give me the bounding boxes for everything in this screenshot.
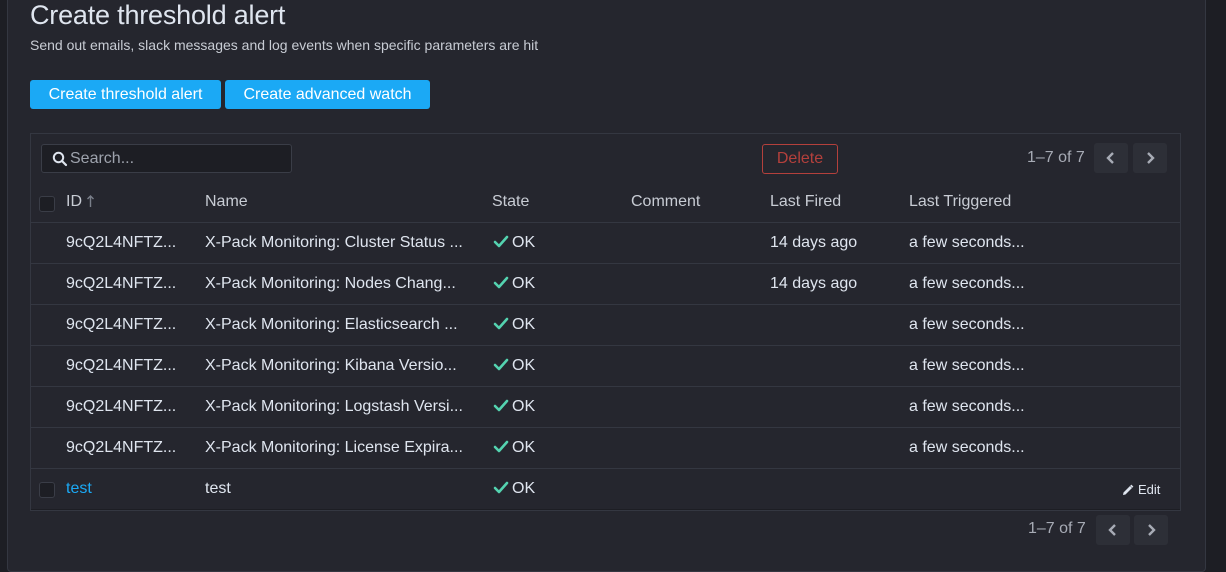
table-row[interactable]: test test OK Edit (31, 469, 1180, 509)
pagination-summary-bottom: 1–7 of 7 (1028, 520, 1086, 537)
cell-state: OK (493, 234, 573, 252)
search-input[interactable]: Search... (41, 144, 292, 173)
column-header-last-fired[interactable]: Last Fired (770, 193, 841, 211)
table-row[interactable]: 9cQ2L4NFTZ... X-Pack Monitoring: Cluster … (31, 223, 1180, 264)
page-title: Create threshold alert (30, 0, 286, 30)
page-subtitle: Send out emails, slack messages and log … (30, 37, 539, 53)
chevron-left-icon (1108, 524, 1116, 536)
select-all-checkbox[interactable] (39, 196, 55, 212)
search-placeholder: Search... (70, 150, 135, 167)
cell-state-label: OK (512, 439, 536, 456)
check-icon (493, 276, 509, 289)
prev-page-button-bottom[interactable] (1096, 515, 1130, 545)
cell-id: 9cQ2L4NFTZ... (66, 439, 177, 456)
check-icon (493, 235, 509, 248)
check-icon (493, 317, 509, 330)
cell-id: 9cQ2L4NFTZ... (66, 316, 177, 333)
cell-last-triggered: a few seconds... (909, 439, 1025, 456)
cell-last-triggered: a few seconds... (909, 234, 1025, 251)
sort-arrow-up-icon (87, 195, 95, 207)
chevron-right-icon (1147, 152, 1155, 164)
table-row[interactable]: 9cQ2L4NFTZ... X-Pack Monitoring: License … (31, 428, 1180, 469)
cell-state-label: OK (512, 398, 536, 415)
cell-state-label: OK (512, 316, 536, 333)
column-header-state[interactable]: State (492, 193, 529, 211)
table-header: ID Name State Comment Last Fired Last Tr… (31, 183, 1180, 223)
cell-name: X-Pack Monitoring: Kibana Versio... (205, 357, 457, 374)
cell-state: OK (493, 439, 573, 457)
table-row[interactable]: 9cQ2L4NFTZ... X-Pack Monitoring: Kibana V… (31, 346, 1180, 387)
column-header-id-label: ID (66, 193, 82, 210)
cell-last-triggered: a few seconds... (909, 398, 1025, 415)
column-header-comment[interactable]: Comment (631, 193, 700, 211)
cell-state-label: OK (512, 275, 536, 292)
cell-name: X-Pack Monitoring: Elasticsearch ... (205, 316, 458, 333)
check-icon (493, 399, 509, 412)
cell-id[interactable]: test (66, 480, 186, 498)
cell-name: X-Pack Monitoring: Nodes Chang... (205, 275, 456, 292)
cell-last-fired: 14 days ago (770, 275, 858, 292)
cell-last-triggered: a few seconds... (909, 357, 1025, 374)
next-page-button-bottom[interactable] (1134, 515, 1168, 545)
table-row[interactable]: 9cQ2L4NFTZ... X-Pack Monitoring: Elastics… (31, 305, 1180, 346)
cell-last-fired: 14 days ago (770, 234, 858, 251)
cell-state-label: OK (512, 480, 536, 497)
table-row[interactable]: 9cQ2L4NFTZ... X-Pack Monitoring: Nodes Ch… (31, 264, 1180, 305)
cell-name: X-Pack Monitoring: License Expira... (205, 439, 463, 456)
check-icon (493, 358, 509, 371)
cell-last-triggered: a few seconds... (909, 316, 1025, 333)
cell-state-label: OK (512, 234, 536, 251)
cell-last-triggered: a few seconds... (909, 275, 1025, 292)
bottom-pagination: 1–7 of 7 (0, 510, 1226, 550)
cell-state: OK (493, 398, 573, 416)
column-header-last-triggered[interactable]: Last Triggered (909, 193, 1011, 211)
search-icon (52, 151, 68, 167)
cell-state-label: OK (512, 357, 536, 374)
next-page-button[interactable] (1133, 143, 1167, 173)
cell-id: 9cQ2L4NFTZ... (66, 357, 177, 374)
edit-label: Edit (1138, 482, 1161, 497)
cell-name: test (205, 480, 231, 497)
column-header-name[interactable]: Name (205, 193, 248, 211)
pagination-summary: 1–7 of 7 (1027, 149, 1085, 166)
cell-state: OK (493, 357, 573, 375)
chevron-right-icon (1148, 524, 1156, 536)
cell-id: 9cQ2L4NFTZ... (66, 275, 177, 292)
cell-state: OK (493, 275, 573, 293)
row-select-checkbox[interactable] (39, 482, 55, 498)
cell-state: OK (493, 480, 573, 498)
create-advanced-watch-button[interactable]: Create advanced watch (225, 80, 430, 109)
column-header-id[interactable]: ID (66, 193, 95, 211)
prev-page-button[interactable] (1094, 143, 1128, 173)
table-toolbar: Search... Delete 1–7 of 7 (31, 134, 1180, 184)
edit-button[interactable]: Edit (1122, 482, 1160, 497)
chevron-left-icon (1106, 152, 1114, 164)
cell-id: 9cQ2L4NFTZ... (66, 398, 177, 415)
create-threshold-alert-button[interactable]: Create threshold alert (30, 80, 221, 109)
pencil-icon (1123, 484, 1134, 495)
cell-name: X-Pack Monitoring: Logstash Versi... (205, 398, 463, 415)
cell-name: X-Pack Monitoring: Cluster Status ... (205, 234, 463, 251)
table-row[interactable]: 9cQ2L4NFTZ... X-Pack Monitoring: Logstash… (31, 387, 1180, 428)
delete-button[interactable]: Delete (762, 144, 838, 174)
watches-table: Search... Delete 1–7 of 7 ID Name State … (30, 133, 1181, 511)
cell-state: OK (493, 316, 573, 334)
cell-id: 9cQ2L4NFTZ... (66, 234, 177, 251)
check-icon (493, 481, 509, 494)
check-icon (493, 440, 509, 453)
